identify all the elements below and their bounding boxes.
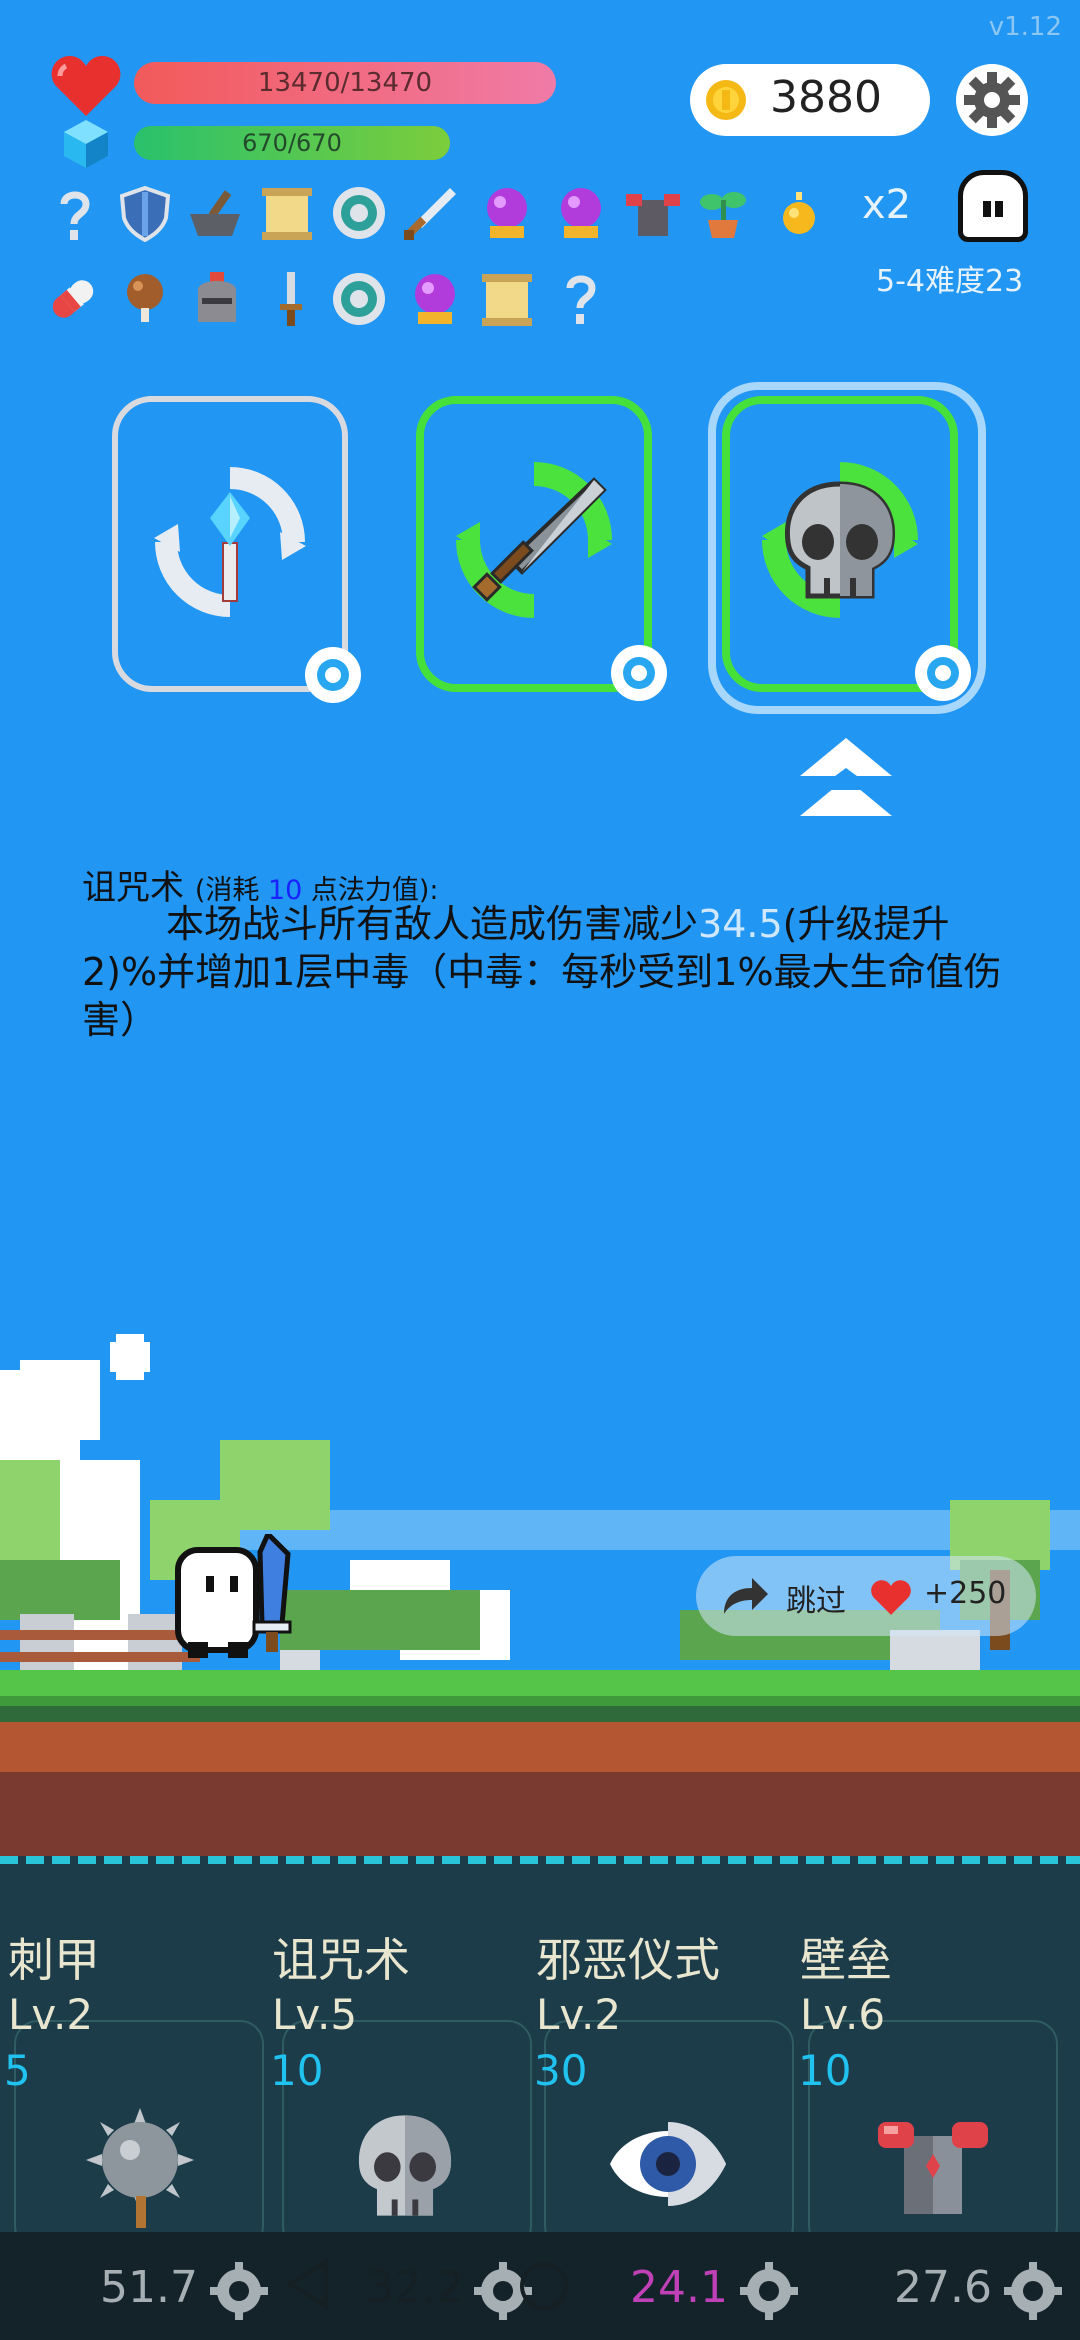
ghost-avatar-icon[interactable] <box>958 170 1028 242</box>
helmet-icon[interactable] <box>188 270 246 328</box>
question-hook-icon[interactable] <box>46 186 104 244</box>
skill-cooldown: 32.2 <box>366 2262 464 2313</box>
nav-back-icon[interactable] <box>286 2258 330 2310</box>
crystal-ball-icon[interactable] <box>478 184 536 242</box>
cooldown-gear-icon <box>1004 2262 1062 2320</box>
skill-cost: 30 <box>534 2046 588 2095</box>
hero-character <box>175 1534 292 1658</box>
cooldown-gear-icon <box>740 2262 798 2320</box>
steel-sword-icon <box>456 462 612 618</box>
skill-level: Lv.2 <box>8 1990 94 2039</box>
magic-wand-icon <box>154 467 306 617</box>
skip-button[interactable]: 跳过 +250 <box>696 1556 1036 1636</box>
dagger-icon[interactable] <box>262 270 320 328</box>
skill-cooldown: 24.1 <box>630 2262 728 2313</box>
skill-name: 壁垒 <box>800 1933 892 1987</box>
skill-level: Lv.2 <box>536 1990 622 2039</box>
crystal-ball-icon[interactable] <box>406 270 464 328</box>
skull-icon <box>358 2115 452 2216</box>
skip-label: 跳过 <box>786 1584 846 1619</box>
meat-drumstick-icon[interactable] <box>116 270 174 328</box>
skill-level: Lv.6 <box>800 1990 886 2039</box>
pill-capsule-icon[interactable] <box>44 270 102 328</box>
cooldown-gear-icon <box>210 2262 268 2320</box>
ring-target-icon[interactable] <box>330 184 388 242</box>
skull-icon <box>762 462 918 618</box>
heart-icon <box>51 56 121 116</box>
skill-name: 诅咒术 <box>272 1933 410 1987</box>
eye-icon <box>610 2122 726 2206</box>
skip-bonus: +250 <box>924 1576 1007 1611</box>
skill-level: Lv.5 <box>272 1990 358 2039</box>
speed-toggle[interactable]: x2 <box>862 182 911 228</box>
settings-gear-icon[interactable] <box>956 64 1028 136</box>
skill-cooldown: 51.7 <box>100 2262 198 2313</box>
hp-text: 13470/13470 <box>257 68 433 98</box>
upgrade-swirl-icon <box>305 647 361 703</box>
skill-cost: 5 <box>4 2046 31 2095</box>
upgrade-swirl-icon <box>611 645 667 701</box>
heart-icon <box>871 1580 911 1615</box>
upgrade-swirl-icon <box>915 645 971 701</box>
stage-difficulty: 5-4难度23 <box>876 264 1024 299</box>
coin-icon <box>706 80 746 120</box>
scroll-icon[interactable] <box>258 184 316 242</box>
mp-bar: 670/670 <box>134 126 450 160</box>
coin-value: 3880 <box>770 72 882 123</box>
spark-orb-icon[interactable] <box>770 186 828 244</box>
mana-crystal-icon <box>64 120 108 168</box>
crystal-ball-icon[interactable] <box>552 184 610 242</box>
version-label: v1.12 <box>988 12 1062 42</box>
skill-cost: 10 <box>270 2046 324 2095</box>
spiked-mace-icon <box>86 2108 194 2228</box>
hp-bar: 13470/13470 <box>134 62 556 104</box>
scroll-icon[interactable] <box>478 270 536 328</box>
skill-cost: 10 <box>798 2046 852 2095</box>
mortar-pestle-icon[interactable] <box>186 186 244 244</box>
question-hook-icon[interactable] <box>552 270 610 328</box>
skill-desc-line-a: 本场战斗所有敌人造成伤害减少 <box>166 902 699 946</box>
shield-icon[interactable] <box>116 184 174 242</box>
panel-top-border <box>0 1856 1080 1864</box>
skill-cooldown: 27.6 <box>894 2262 992 2313</box>
skip-arrow-icon <box>724 1578 768 1614</box>
skill-desc-highlight: 34.5 <box>698 902 783 946</box>
skill-name: 邪恶仪式 <box>536 1933 720 1987</box>
mp-text: 670/670 <box>242 129 342 157</box>
ring-target-icon[interactable] <box>330 270 388 328</box>
nav-home-icon[interactable] <box>520 2262 568 2310</box>
selected-indicator-arrows-icon <box>800 738 892 816</box>
skill-name: 刺甲 <box>8 1933 100 1987</box>
potted-plant-icon[interactable] <box>694 184 752 242</box>
sword-icon[interactable] <box>400 184 458 242</box>
skill-desc-body: 本场战斗所有敌人造成伤害减少34.5(升级提升2)%并增加1层中毒（中毒：每秒受… <box>82 900 1022 1044</box>
coin-counter: 3880 <box>690 64 930 136</box>
armor-icon <box>878 2122 988 2214</box>
chest-armor-icon[interactable] <box>624 184 682 242</box>
